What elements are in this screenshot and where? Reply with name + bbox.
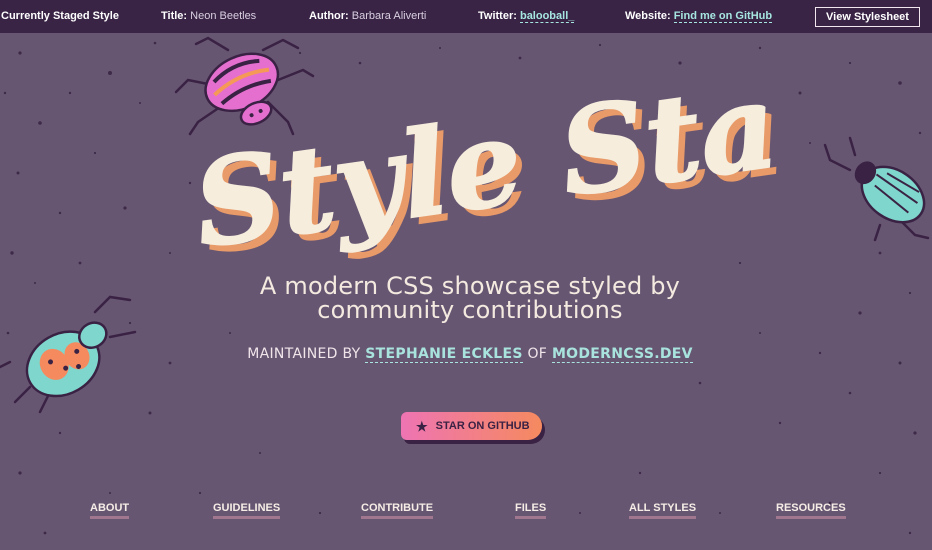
maintained-prefix: MAINTAINED BY: [247, 346, 361, 362]
nav-about[interactable]: ABOUT: [90, 502, 130, 519]
nav-all-styles[interactable]: ALL STYLES: [629, 502, 697, 519]
nav-resources[interactable]: RESOURCES: [776, 502, 846, 519]
website-label: Website:: [625, 10, 671, 22]
subtitle: A modern CSS showcase styled by communit…: [259, 272, 681, 324]
staged-style-heading: Currently Staged Style: [1, 10, 119, 22]
style-title: Title: Neon Beetles: [161, 10, 256, 22]
style-author: Author: Barbara Aliverti: [309, 10, 426, 22]
maintainer-link[interactable]: STEPHANIE ECKLES: [365, 346, 523, 363]
website-link[interactable]: Find me on GitHub: [673, 10, 773, 23]
title-label: Title:: [161, 10, 188, 22]
maintained-of: OF: [527, 346, 548, 362]
style-twitter: Twitter: balooball_: [478, 10, 575, 23]
style-website: Website: Find me on GitHub: [625, 10, 773, 23]
view-stylesheet-button[interactable]: View Stylesheet: [815, 7, 920, 27]
title-value: Neon Beetles: [190, 10, 257, 22]
maintained-by: MAINTAINED BY STEPHANIE ECKLES OF MODERN…: [200, 346, 740, 363]
staged-style-bar: Currently Staged Style Title: Neon Beetl…: [0, 0, 932, 33]
twitter-label: Twitter:: [478, 10, 517, 22]
nav-contribute[interactable]: CONTRIBUTE: [361, 502, 434, 519]
moderncss-link[interactable]: MODERNCSS.DEV: [551, 346, 693, 363]
star-icon: ★: [416, 418, 428, 434]
author-label: Author:: [309, 10, 349, 22]
nav-files[interactable]: FILES: [515, 502, 547, 519]
star-button-label: STAR ON GITHUB: [435, 420, 530, 432]
twitter-link[interactable]: balooball_: [519, 10, 575, 23]
style-stage-title: Style Stage Style Stage: [180, 32, 932, 281]
teal-beetle-illustration: [823, 136, 930, 242]
title-text: Style Stage: [186, 55, 780, 265]
author-value: Barbara Aliverti: [351, 10, 427, 22]
star-on-github-button[interactable]: ★ STAR ON GITHUB: [401, 412, 542, 440]
footer-nav: ABOUT GUIDELINES CONTRIBUTE FILES ALL ST…: [0, 502, 932, 526]
coral-beetle-illustration: [0, 295, 137, 414]
nav-guidelines[interactable]: GUIDELINES: [213, 502, 281, 519]
